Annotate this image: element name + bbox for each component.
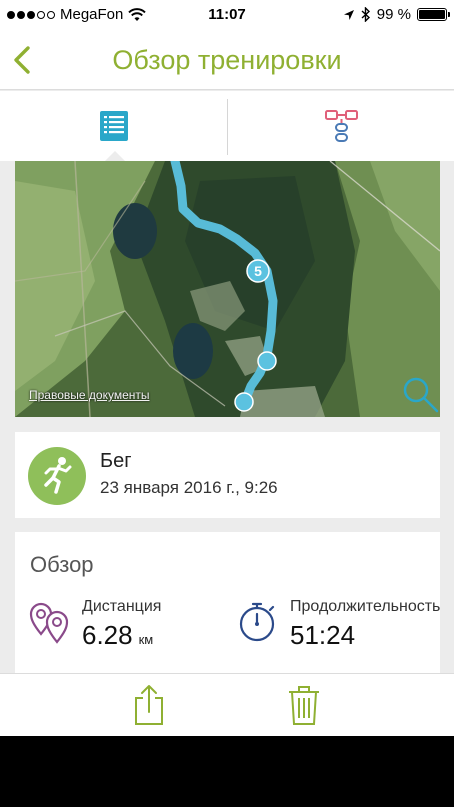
relations-icon [325,110,358,142]
map-marker-label: 5 [254,263,262,279]
location-arrow-icon [343,9,354,20]
battery-percent: 99 % [376,6,411,23]
status-bar: MegaFon 11:07 99 % [0,0,454,30]
bluetooth-icon [361,7,370,22]
overview-heading: Обзор [30,552,94,577]
legal-documents-link[interactable]: Правовые документы [29,388,150,402]
trash-icon[interactable] [287,682,321,726]
list-icon [100,111,128,141]
distance-value: 6.28 [82,620,133,650]
distance-pin-icon [29,602,69,644]
status-right: 99 % [343,6,450,23]
magnifier-icon[interactable] [400,374,440,414]
page-title: Обзор тренировки [112,45,342,75]
route-map[interactable]: 5 Правовые документы [15,161,440,417]
duration-value: 51:24 [290,620,356,650]
running-icon [28,447,86,505]
bottom-toolbar [0,673,454,736]
distance-unit: км [138,632,154,647]
distance-value-row: 6.28 км [82,620,153,651]
tab-list[interactable] [93,106,135,146]
duration-label: Продолжительность [290,598,440,615]
navigation-bar: Обзор тренировки [0,30,454,90]
satellite-map-image: 5 [15,161,440,417]
distance-label: Дистанция [82,598,162,615]
battery-icon [417,8,450,21]
app-screen: MegaFon 11:07 99 % Обзор тренировки 5 Пр… [0,0,454,736]
share-icon[interactable] [132,682,166,726]
tab-divider [227,99,228,155]
activity-type: Бег [100,450,132,472]
tab-relations[interactable] [322,106,362,146]
activity-card: Бег 23 января 2016 г., 9:26 [15,432,440,518]
view-tabs [0,91,454,161]
stopwatch-icon [239,602,275,642]
activity-date: 23 января 2016 г., 9:26 [100,478,278,497]
overview-card: Обзор Дистанция 6.28 км Продолжительность… [15,532,440,692]
